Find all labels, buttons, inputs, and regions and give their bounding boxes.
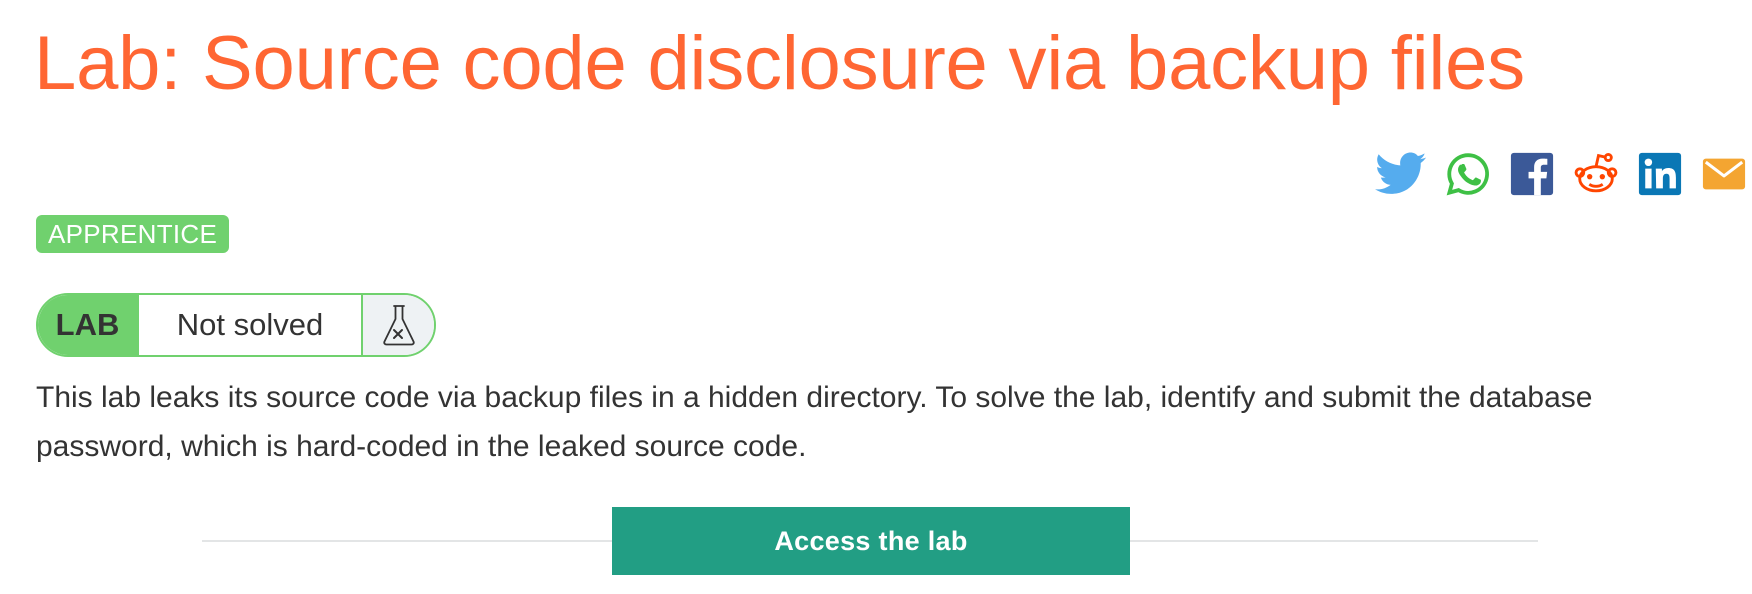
lab-tag: LAB [38, 295, 139, 355]
lab-page: Lab: Source code disclosure via backup f… [0, 0, 1752, 594]
flask-icon [363, 295, 434, 355]
lab-status-widget: LAB Not solved [36, 293, 436, 357]
email-glyph [1702, 158, 1746, 190]
reddit-icon[interactable] [1573, 151, 1619, 197]
facebook-icon[interactable] [1509, 151, 1555, 197]
lab-description: This lab leaks its source code via backu… [36, 381, 1593, 463]
facebook-glyph [1510, 152, 1554, 196]
share-bar [1375, 150, 1747, 198]
access-lab-button[interactable]: Access the lab [612, 507, 1130, 575]
level-badge: APPRENTICE [36, 215, 230, 253]
reddit-glyph [1574, 153, 1618, 193]
twitter-glyph [1375, 152, 1427, 194]
email-icon[interactable] [1701, 151, 1747, 197]
whatsapp-icon[interactable] [1445, 151, 1491, 197]
lab-status-text: Not solved [139, 295, 363, 355]
flask-glyph [382, 305, 415, 346]
twitter-icon[interactable] [1375, 151, 1427, 197]
whatsapp-glyph [1446, 153, 1489, 196]
linkedin-icon[interactable] [1637, 151, 1683, 197]
page-title: Lab: Source code disclosure via backup f… [34, 21, 1525, 106]
linkedin-glyph [1638, 152, 1682, 196]
